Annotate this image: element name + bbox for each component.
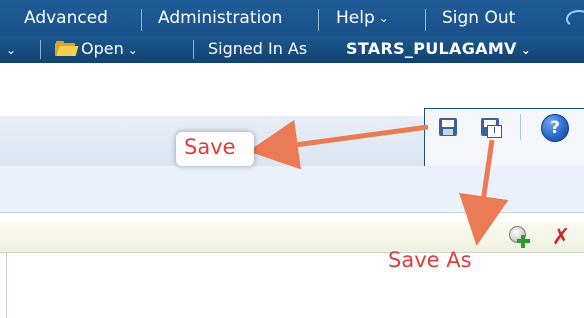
add-icon[interactable] <box>508 226 532 250</box>
chevron-down-icon[interactable]: ⌄ <box>2 36 16 63</box>
nav-divider <box>318 9 319 31</box>
user-menu[interactable]: STARS_PULAGAMV ⌄ <box>346 36 531 63</box>
content-header <box>0 222 584 253</box>
open-menu[interactable]: Open ⌄ <box>55 36 138 63</box>
nav-help-label: Help <box>336 8 375 28</box>
chevron-down-icon: ⌄ <box>520 42 532 57</box>
nav-divider <box>193 40 194 59</box>
nav-sign-out-link[interactable]: Sign Out <box>442 0 515 36</box>
nav-divider <box>40 40 41 59</box>
toolbar-divider <box>520 114 521 140</box>
top-navigation-bar: Advanced Administration Help ⌄ Sign Out ⌄… <box>0 0 584 63</box>
floppy-label-icon <box>442 120 454 127</box>
signed-in-status: Signed In As <box>208 39 308 58</box>
open-menu-label: Open <box>81 39 124 58</box>
nav-divider <box>141 9 142 31</box>
save-as-overlay-icon: I <box>487 125 502 138</box>
help-icon[interactable]: ? <box>541 114 569 142</box>
floppy-shutter-icon <box>443 129 453 135</box>
content-left-border <box>6 252 7 318</box>
nav-divider <box>425 9 426 31</box>
remove-icon[interactable]: ✗ <box>548 226 574 250</box>
save-icon[interactable] <box>439 118 457 136</box>
chevron-down-icon: ⌄ <box>127 42 138 57</box>
globe-icon <box>566 10 584 28</box>
nav-administration-link[interactable]: Administration <box>158 0 282 36</box>
plus-icon <box>521 235 525 248</box>
nav-help-menu[interactable]: Help ⌄ <box>336 0 389 36</box>
overflow-caret: ⌄ <box>6 42 17 57</box>
save-as-icon[interactable]: I <box>481 118 502 138</box>
secondary-nav-row: ⌄ Open ⌄ Signed In As STARS_PULAGAMV ⌄ <box>0 36 584 63</box>
username-label: STARS_PULAGAMV <box>346 39 517 58</box>
global-nav-row: Advanced Administration Help ⌄ Sign Out <box>0 0 584 36</box>
save-as-annotation-label: Save As <box>388 248 472 272</box>
chevron-down-icon: ⌄ <box>378 11 389 25</box>
app-window: Advanced Administration Help ⌄ Sign Out ⌄… <box>0 0 584 318</box>
save-annotation-label: Save <box>184 135 236 159</box>
nav-advanced-link[interactable]: Advanced <box>24 0 108 36</box>
folder-open-icon <box>55 41 79 56</box>
breadcrumb-strip <box>0 166 584 213</box>
